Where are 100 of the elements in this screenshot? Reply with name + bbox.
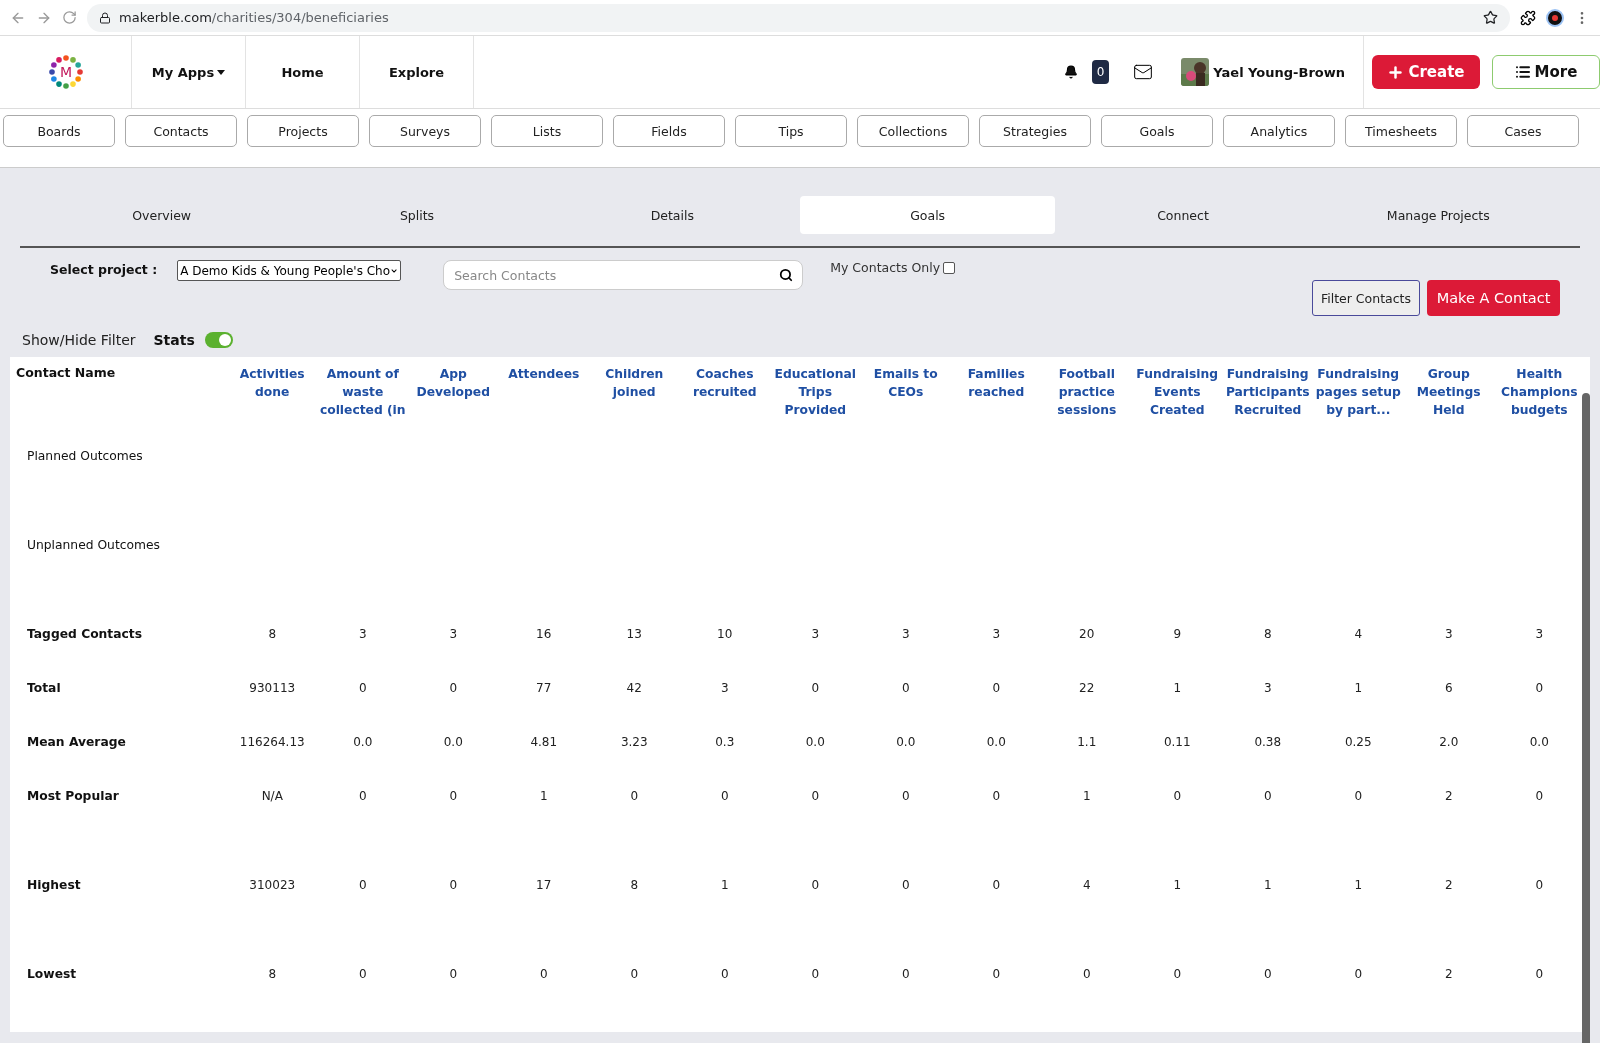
table-cell-text: 0.0 xyxy=(804,735,826,751)
table-cell-text: 0.0 xyxy=(352,735,374,751)
table-cell-text: 310023 xyxy=(248,878,297,894)
app-tab[interactable]: Contacts xyxy=(125,115,237,147)
column-header[interactable]: Health Champions budgets xyxy=(1494,357,1585,449)
nav-link[interactable]: My Apps xyxy=(132,36,246,108)
table-cell-text: 0 xyxy=(1262,967,1273,983)
more-button[interactable]: More xyxy=(1492,55,1600,89)
address-bar[interactable]: makerble.com/charities/304/beneficiaries xyxy=(87,3,1510,32)
table-cell-text: 6 xyxy=(1443,681,1454,697)
project-label: Select project : xyxy=(50,262,158,277)
column-header[interactable]: Fundraising Participants Recruited xyxy=(1222,357,1313,449)
app-tab[interactable]: Tips xyxy=(735,115,847,147)
table-cell-text: 0 xyxy=(991,967,1002,983)
lock-icon xyxy=(99,11,111,24)
table-cell-text: 3 xyxy=(1262,681,1273,697)
app-tab[interactable]: Timesheets xyxy=(1345,115,1457,147)
table-cell-text: 3 xyxy=(719,681,730,697)
app-tab[interactable]: Lists xyxy=(491,115,603,147)
column-header[interactable]: Coaches recruited xyxy=(679,357,770,449)
table-cell-text: 0 xyxy=(1534,878,1545,894)
star-icon[interactable] xyxy=(1483,10,1498,25)
column-header[interactable]: Football practice sessions xyxy=(1041,357,1132,449)
project-select[interactable]: A Demo Kids & Young People's Cho xyxy=(177,260,402,281)
table-cell-text: 3 xyxy=(448,627,459,643)
app-tab[interactable]: Surveys xyxy=(369,115,481,147)
checkbox[interactable] xyxy=(943,262,956,274)
column-header[interactable]: Families reached xyxy=(951,357,1042,449)
create-button[interactable]: Create xyxy=(1372,55,1480,89)
column-header[interactable]: Educational Trips Provided xyxy=(770,357,861,449)
logo[interactable]: M xyxy=(48,55,83,89)
table-cell-text: 10 xyxy=(716,627,734,643)
table-cell-text: 8 xyxy=(629,878,640,894)
section-tab[interactable]: Overview xyxy=(34,196,290,234)
column-header[interactable]: Activities done xyxy=(227,357,318,449)
column-header[interactable]: Amount of waste collected (in xyxy=(317,357,408,449)
reload-icon[interactable] xyxy=(62,10,77,25)
row-label: Lowest xyxy=(26,967,78,983)
app-tab[interactable]: Fields xyxy=(613,115,725,147)
section-tab[interactable]: Splits xyxy=(289,196,545,234)
table-cell-text: 0.25 xyxy=(1343,735,1373,751)
section-tab[interactable]: Manage Projects xyxy=(1310,196,1566,234)
row-label: Total xyxy=(26,681,62,697)
extensions-icon[interactable] xyxy=(1520,9,1536,26)
column-header[interactable]: Emails to CEOs xyxy=(860,357,951,449)
app-tab[interactable]: Collections xyxy=(857,115,969,147)
app-tab[interactable]: Goals xyxy=(1101,115,1213,147)
app-tab[interactable]: Projects xyxy=(247,115,359,147)
stats-label: Stats xyxy=(153,332,195,348)
filter-button[interactable]: Filter Contacts xyxy=(1311,280,1420,316)
section-tab[interactable]: Connect xyxy=(1055,196,1311,234)
table-cell-text: 1 xyxy=(1353,681,1364,697)
row-label: Most Popular xyxy=(26,789,120,805)
app-tab[interactable]: Strategies xyxy=(979,115,1091,147)
column-header[interactable]: Children joined xyxy=(589,357,680,449)
row-label: Highest xyxy=(26,878,82,894)
table-cell-text: 3 xyxy=(1443,627,1454,643)
stats-switch[interactable] xyxy=(204,332,233,348)
table-cell-text: 1.1 xyxy=(1076,735,1098,751)
table-cell-text: 1 xyxy=(538,789,549,805)
column-header[interactable]: App Developed xyxy=(408,357,499,449)
filter-toggle-link[interactable]: Show/Hide Filter xyxy=(22,332,136,348)
mail-icon[interactable] xyxy=(1133,62,1154,82)
table-cell-text: 0 xyxy=(357,878,368,894)
nav-link[interactable]: Home xyxy=(246,36,360,108)
table-cell-text: 0 xyxy=(810,878,821,894)
table-cell-text: 13 xyxy=(625,627,643,643)
make-contact-button[interactable]: Make A Contact xyxy=(1427,280,1560,316)
table-cell-text: 3 xyxy=(1534,627,1545,643)
table-cell-text: 0 xyxy=(991,681,1002,697)
table-cell-text: 4.81 xyxy=(529,735,559,751)
table-cell-text: 0 xyxy=(1172,789,1183,805)
search-field[interactable]: Search Contacts xyxy=(443,260,804,290)
profile-icon[interactable] xyxy=(1546,8,1564,27)
table-cell-text: 0 xyxy=(448,681,459,697)
user-name[interactable]: Yael Young-Brown xyxy=(1213,64,1345,80)
app-tab[interactable]: Cases xyxy=(1467,115,1579,147)
app-tab[interactable]: Analytics xyxy=(1223,115,1335,147)
search-icon[interactable] xyxy=(779,268,794,282)
table-cell-text: 0 xyxy=(1534,967,1545,983)
table-cell-text: 3 xyxy=(810,627,821,643)
scrollbar[interactable] xyxy=(1582,393,1590,1043)
table-cell-text: 2.0 xyxy=(1438,735,1460,751)
table-cell-text: 930113 xyxy=(248,681,297,697)
table-cell-text: 0 xyxy=(1081,967,1092,983)
table-cell-text: 0 xyxy=(719,789,730,805)
column-header[interactable]: Attendees xyxy=(498,357,589,449)
table-cell-text: 0.0 xyxy=(895,735,917,751)
column-header[interactable]: Fundraising pages setup by part... xyxy=(1313,357,1404,449)
table-cell-text: 42 xyxy=(625,681,643,697)
table-cell-text: 0 xyxy=(629,789,640,805)
table-cell-text: 8 xyxy=(267,627,278,643)
column-header[interactable]: Group Meetings Held xyxy=(1403,357,1494,449)
section-tab[interactable]: Goals xyxy=(800,196,1056,234)
app-tab[interactable]: Boards xyxy=(3,115,115,147)
plus-icon xyxy=(1387,63,1405,81)
column-header[interactable]: Fundraising Events Created xyxy=(1132,357,1223,449)
nav-link[interactable]: Explore xyxy=(360,36,474,108)
bell-icon[interactable] xyxy=(1063,65,1078,79)
section-tab[interactable]: Details xyxy=(544,196,800,234)
